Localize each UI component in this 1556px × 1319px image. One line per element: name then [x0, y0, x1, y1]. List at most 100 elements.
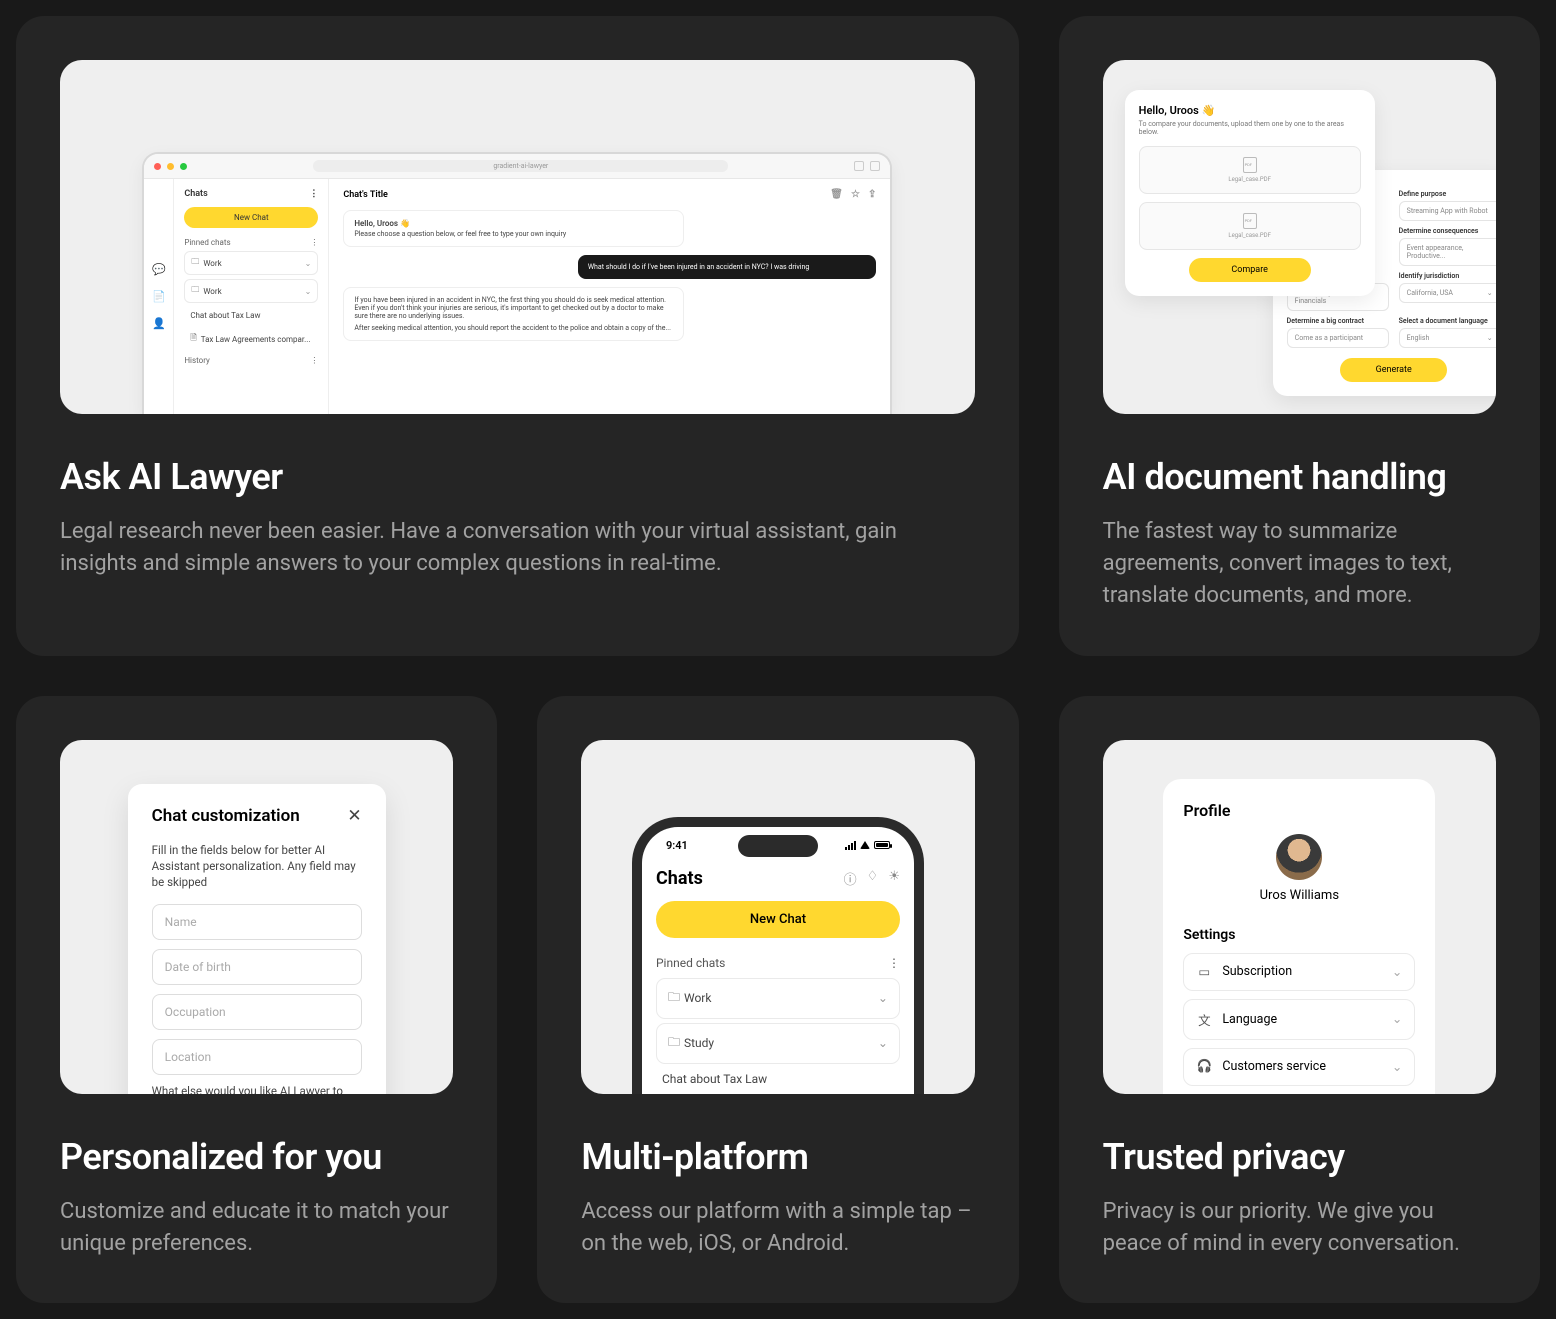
left-rail: 💬 📄 👤 — [144, 179, 174, 414]
form-field[interactable]: Event appearance, Productive... — [1399, 238, 1496, 266]
setting-label: Language — [1222, 1012, 1277, 1027]
chevron-down-icon: ⌄ — [1392, 1059, 1402, 1075]
upload-drop-2[interactable]: Legal_case.PDF — [1139, 202, 1361, 250]
chat-sidebar: Chats ⋮ New Chat Pinned chats ⋮ 🗀 Work ⌄ — [174, 179, 329, 414]
folder-label: Study — [684, 1036, 714, 1050]
chevron-down-icon: ⌄ — [1487, 334, 1493, 342]
chevron-down-icon: ⌄ — [1392, 964, 1402, 980]
phone-header: Chats ⓘ ♢ ☀ — [656, 868, 900, 889]
new-chat-button[interactable]: New Chat — [184, 207, 318, 228]
menu-dots-icon[interactable]: ⋮ — [888, 956, 900, 970]
multi-illustration: 9:41 Chats ⓘ ♢ ☀ New Chat — [581, 740, 974, 1094]
card-title: Trusted privacy — [1103, 1136, 1496, 1178]
name-field[interactable]: Name — [152, 904, 362, 940]
ask-illustration: gradient-ai-lawyer 💬 📄 👤 Chats ⋮ — [60, 60, 975, 414]
generate-button[interactable]: Generate — [1340, 358, 1447, 382]
chat-main: Chat's Title 🗑 ☆ ⇪ Hello, Uroos 👋 Please… — [329, 179, 890, 414]
trash-icon[interactable]: 🗑 — [830, 189, 843, 200]
setting-language[interactable]: 文 Language ⌄ — [1183, 999, 1415, 1040]
pinned-label: Pinned chats — [656, 956, 725, 970]
phone-mock: 9:41 Chats ⓘ ♢ ☀ New Chat — [632, 817, 924, 1094]
browser-action-icon — [854, 161, 864, 171]
setting-subscription[interactable]: ▭ Subscription ⌄ — [1183, 953, 1415, 991]
occupation-field[interactable]: Occupation — [152, 994, 362, 1030]
card-description: Privacy is our priority. We give you pea… — [1103, 1196, 1496, 1260]
sidebar-folder-work[interactable]: 🗀 Work ⌄ — [184, 251, 318, 275]
folder-label: Work — [684, 991, 711, 1005]
bell-icon[interactable]: ♢ — [867, 869, 879, 888]
card-title: AI document handling — [1103, 456, 1496, 498]
chat-item-label: Chat about Tax Law — [662, 1072, 767, 1086]
card-privacy: Profile Uros Williams Settings ▭ Subscri… — [1059, 696, 1540, 1304]
pin-icon[interactable]: ☆ — [851, 189, 860, 200]
form-value: Streaming App with Robot — [1407, 207, 1488, 215]
chat-item[interactable]: Chat about Tax Law — [656, 1068, 900, 1090]
doc-illustration: .. .. Define purpose Streaming App with … — [1103, 60, 1496, 414]
compare-button[interactable]: Compare — [1189, 258, 1311, 282]
menu-dots-icon: ⋮ — [310, 238, 318, 247]
sidebar-folder-work-2[interactable]: 🗀 Work ⌄ — [184, 279, 318, 303]
pinned-section: Pinned chats ⋮ — [184, 238, 318, 247]
url-bar: gradient-ai-lawyer — [313, 160, 728, 172]
traffic-light-close-icon — [154, 163, 161, 170]
setting-support[interactable]: 🎧 Customers service ⌄ — [1183, 1048, 1415, 1086]
folder-work[interactable]: 🗀 Work ⌄ — [656, 978, 900, 1019]
folder-label: Work — [203, 287, 221, 296]
wifi-icon — [860, 841, 870, 849]
file-name: Legal_case.PDF — [1228, 232, 1271, 239]
card-personalized: Chat customization ✕ Fill in the fields … — [16, 696, 497, 1304]
ai-response-text: If you have been injured in an accident … — [354, 296, 673, 320]
sidebar-item-tax-law[interactable]: Chat about Tax Law — [184, 307, 318, 324]
prompt-text: Please choose a question below, or feel … — [354, 230, 673, 238]
share-icon[interactable]: ⇪ — [868, 189, 876, 200]
ai-response-text: After seeking medical attention, you sho… — [354, 324, 673, 332]
sidebar-item-label: Tax Law Agreements compar... — [201, 335, 311, 344]
card-description: Customize and educate it to match your u… — [60, 1196, 453, 1260]
form-field[interactable]: English ⌄ — [1399, 328, 1496, 348]
menu-dots-icon: ⋮ — [309, 189, 318, 199]
sidebar-item-agreements[interactable]: 🗎 Tax Law Agreements compar... — [184, 328, 318, 350]
browser-body: 💬 📄 👤 Chats ⋮ New Chat Pinned chats ⋮ — [144, 179, 890, 414]
info-icon[interactable]: ⓘ — [844, 869, 857, 888]
avatar — [1276, 834, 1322, 880]
upload-drop-1[interactable]: Legal_case.PDF — [1139, 146, 1361, 194]
profile-header: Profile — [1183, 801, 1415, 820]
sidebar-item-label: Chat about Tax Law — [190, 311, 260, 320]
panel-subtitle: To compare your documents, upload them o… — [1139, 120, 1361, 136]
browser-mock: gradient-ai-lawyer 💬 📄 👤 Chats ⋮ — [142, 152, 892, 414]
dob-field[interactable]: Date of birth — [152, 949, 362, 985]
card-multi-platform: 9:41 Chats ⓘ ♢ ☀ New Chat — [537, 696, 1018, 1304]
location-field[interactable]: Location — [152, 1039, 362, 1075]
modal-header: Chat customization ✕ — [152, 806, 362, 826]
form-value: English — [1407, 334, 1430, 342]
pinned-section: Pinned chats ⋮ — [656, 956, 900, 970]
folder-icon: 🗀 — [668, 1033, 680, 1054]
phone-notch — [738, 835, 818, 857]
form-field[interactable]: Streaming App with Robot — [1399, 201, 1496, 221]
folder-label: Work — [203, 259, 221, 268]
form-label: Define purpose — [1399, 190, 1496, 198]
new-chat-button[interactable]: New Chat — [656, 901, 900, 938]
chat-header: Chat's Title 🗑 ☆ ⇪ — [343, 189, 876, 200]
profile-name: Uros Williams — [1183, 888, 1415, 903]
battery-icon — [874, 841, 890, 849]
phone-title: Chats — [656, 868, 703, 889]
form-field[interactable]: California, USA⌄ — [1399, 283, 1496, 303]
settings-header: Settings — [1183, 927, 1415, 943]
chevron-down-icon: ⌄ — [1392, 1011, 1402, 1027]
sun-icon[interactable]: ☀ — [888, 869, 900, 888]
privacy-illustration: Profile Uros Williams Settings ▭ Subscri… — [1103, 740, 1496, 1094]
pdf-icon — [1243, 157, 1257, 173]
menu-dots-icon: ⋮ — [310, 356, 318, 365]
setting-label: Subscription — [1222, 964, 1292, 979]
folder-icon: 🗀 — [191, 256, 199, 270]
form-field[interactable]: Come as a participant — [1287, 328, 1389, 348]
form-value: Event appearance, Productive... — [1407, 244, 1493, 260]
personal-illustration: Chat customization ✕ Fill in the fields … — [60, 740, 453, 1094]
traffic-light-min-icon — [167, 163, 174, 170]
folder-study[interactable]: 🗀 Study ⌄ — [656, 1023, 900, 1064]
setting-label: Customers service — [1222, 1059, 1326, 1074]
close-icon[interactable]: ✕ — [347, 806, 361, 826]
history-section: History ⋮ — [184, 356, 318, 365]
extra-question: What else would you like AI Lawyer to kn… — [152, 1084, 362, 1094]
